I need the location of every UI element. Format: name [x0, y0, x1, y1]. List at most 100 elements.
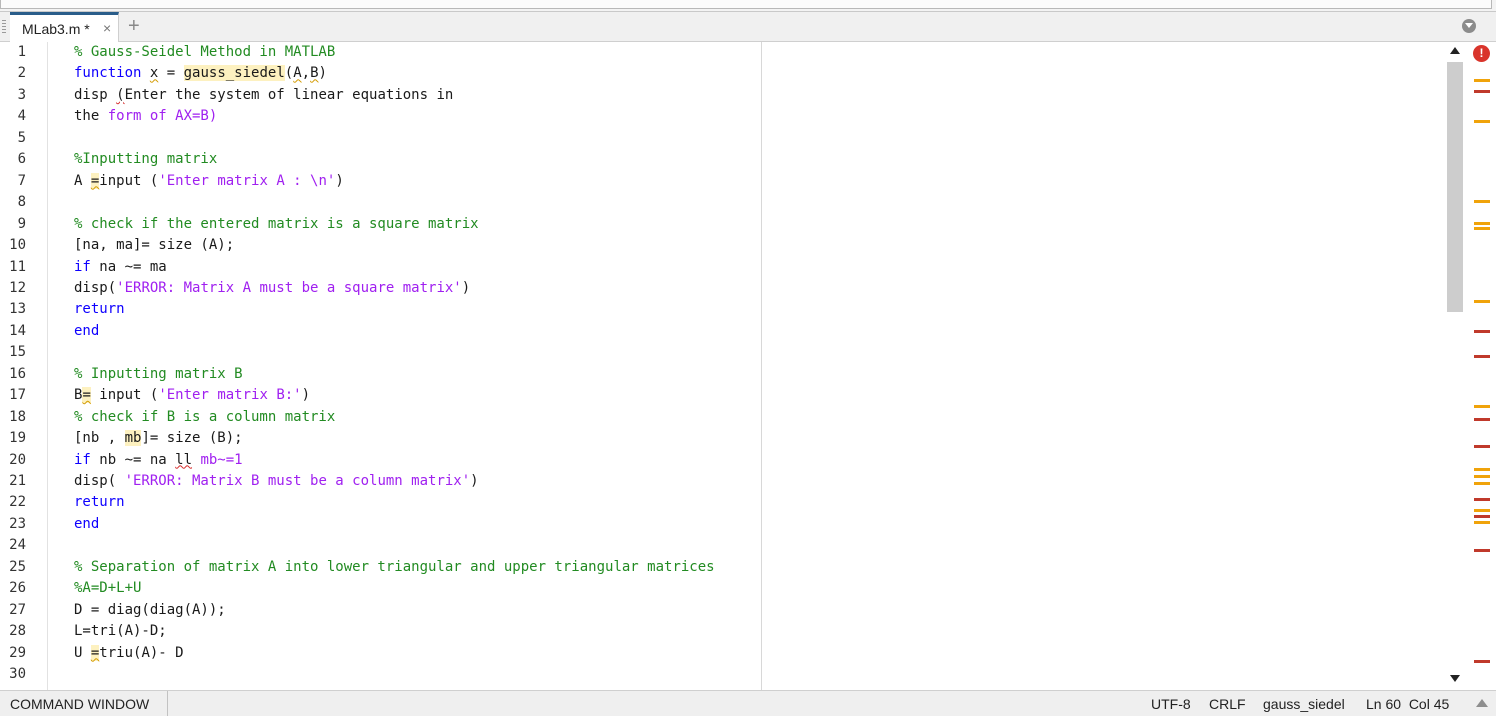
- code-editor[interactable]: % Gauss-Seidel Method in MATLAB function…: [74, 42, 1444, 690]
- code-line-21[interactable]: disp( 'ERROR: Matrix B must be a column …: [74, 471, 479, 492]
- error-marker[interactable]: [1474, 445, 1490, 448]
- line-number: 24: [9, 537, 26, 554]
- line-number: 17: [9, 387, 26, 404]
- warning-marker[interactable]: [1474, 227, 1490, 230]
- code-line-18[interactable]: % check if B is a column matrix: [74, 407, 335, 428]
- keyword: if: [74, 451, 91, 468]
- keyword: function: [74, 65, 142, 82]
- error-marker[interactable]: [1474, 549, 1490, 552]
- code-text: U: [74, 644, 91, 661]
- keyword: if: [74, 258, 91, 275]
- code-text: Enter the system of linear equations in: [124, 86, 454, 103]
- code-line-3[interactable]: disp (Enter the system of linear equatio…: [74, 85, 453, 106]
- error-marker[interactable]: [1474, 660, 1490, 663]
- code-text: ): [318, 65, 327, 82]
- line-number: 7: [17, 172, 26, 189]
- code-line-7[interactable]: A =input ('Enter matrix A : \n'): [74, 171, 344, 192]
- add-tab-icon[interactable]: +: [128, 14, 140, 38]
- code-text: disp: [74, 86, 117, 103]
- tab-mlab3[interactable]: MLab3.m * ×: [10, 12, 119, 42]
- warning-marker[interactable]: [1474, 468, 1490, 471]
- code-line-28[interactable]: L=tri(A)-D;: [74, 621, 167, 642]
- warning-marker[interactable]: [1474, 521, 1490, 524]
- warning-marker[interactable]: [1474, 120, 1490, 123]
- code-line-23[interactable]: end: [74, 514, 99, 535]
- drag-grip-icon[interactable]: [2, 20, 6, 34]
- function-status[interactable]: gauss_siedel: [1263, 691, 1345, 717]
- line-number: 6: [17, 151, 26, 168]
- code-line-9[interactable]: % check if the entered matrix is a squar…: [74, 214, 479, 235]
- code-line-29[interactable]: U =triu(A)- D: [74, 643, 184, 664]
- line-number: 9: [17, 215, 26, 232]
- line-number: 12: [9, 279, 26, 296]
- code-line-14[interactable]: end: [74, 321, 99, 342]
- code-line-10[interactable]: [na, ma]= size (A);: [74, 235, 234, 256]
- code-line-1[interactable]: % Gauss-Seidel Method in MATLAB: [74, 42, 335, 63]
- code-line-26[interactable]: %A=D+L+U: [74, 578, 141, 599]
- error-icon[interactable]: !: [1473, 45, 1490, 62]
- error-marker[interactable]: [1474, 418, 1490, 421]
- code-text: input (: [99, 172, 159, 189]
- warning-marker[interactable]: [1474, 222, 1490, 225]
- line-number: 3: [17, 86, 26, 103]
- code-text: (: [116, 86, 125, 103]
- line-number: 8: [17, 194, 26, 211]
- line-number-gutter[interactable]: 1 2 3 4 5 6 7 8 9 10 11 12 13 14 15 16 1…: [0, 42, 48, 690]
- code-line-4[interactable]: the form of AX=B): [74, 106, 217, 127]
- warning-marker[interactable]: [1474, 300, 1490, 303]
- code-line-17[interactable]: B= input ('Enter matrix B:'): [74, 385, 310, 406]
- close-icon[interactable]: ×: [103, 20, 111, 36]
- code-line-27[interactable]: D = diag(diag(A));: [74, 600, 226, 621]
- error-marker[interactable]: [1474, 515, 1490, 518]
- cursor-position[interactable]: Ln 60 Col 45: [1366, 691, 1449, 717]
- code-line-25[interactable]: % Separation of matrix A into lower tria…: [74, 557, 715, 578]
- error-marker[interactable]: [1474, 355, 1490, 358]
- string-literal: 'ERROR: Matrix A must be a square matrix…: [116, 279, 462, 296]
- code-line-16[interactable]: % Inputting matrix B: [74, 364, 243, 385]
- top-panel-inner: [0, 0, 1492, 9]
- warning-marker[interactable]: [1474, 79, 1490, 82]
- line-number: 21: [9, 473, 26, 489]
- code-text: triu(A)- D: [99, 644, 184, 661]
- warning-marker[interactable]: [1474, 482, 1490, 485]
- editor-tab-bar: MLab3.m * × +: [0, 12, 1496, 42]
- code-text: ): [335, 172, 344, 189]
- scroll-up-icon[interactable]: [1450, 47, 1460, 54]
- code-text: [nb ,: [74, 430, 125, 447]
- line-number: 25: [9, 558, 26, 575]
- code-line-12[interactable]: disp('ERROR: Matrix A must be a square m…: [74, 278, 470, 299]
- warning-marker[interactable]: [1474, 509, 1490, 512]
- scrollbar-thumb[interactable]: [1447, 62, 1463, 312]
- warning-marker[interactable]: [1474, 475, 1490, 478]
- command-window-tab[interactable]: COMMAND WINDOW: [0, 691, 168, 716]
- code-line-20[interactable]: if nb ~= na ll mb~=1: [74, 450, 243, 471]
- line-number: 1: [17, 44, 26, 60]
- code-text: input (: [90, 387, 159, 404]
- warning-marker[interactable]: [1474, 200, 1490, 203]
- encoding-status[interactable]: UTF-8: [1151, 691, 1191, 717]
- code-line-11[interactable]: if na ~= ma: [74, 257, 167, 278]
- error-marker[interactable]: [1474, 330, 1490, 333]
- code-text: =: [158, 65, 184, 82]
- expand-up-icon[interactable]: [1476, 699, 1488, 707]
- code-text: nb ~= na: [90, 451, 176, 468]
- error-marker[interactable]: [1474, 498, 1490, 501]
- string-literal: mb~=1: [200, 451, 243, 468]
- code-line-22[interactable]: return: [74, 492, 125, 513]
- warning-marker[interactable]: [1474, 405, 1490, 408]
- code-line-19[interactable]: [nb , mb]= size (B);: [74, 428, 243, 449]
- code-line-6[interactable]: %Inputting matrix: [74, 149, 217, 170]
- code-text: A: [74, 172, 91, 189]
- code-text: B: [310, 65, 319, 82]
- string-literal: 'Enter matrix A : \n': [158, 172, 336, 189]
- chevron-down-icon[interactable]: [1462, 19, 1476, 33]
- line-number: 5: [17, 129, 26, 146]
- code-line-13[interactable]: return: [74, 299, 125, 320]
- line-ending-status[interactable]: CRLF: [1209, 691, 1246, 717]
- top-panel-edge: [0, 0, 1496, 12]
- error-marker[interactable]: [1474, 90, 1490, 93]
- code-line-2[interactable]: function x = gauss_siedel(A,B): [74, 63, 327, 84]
- scroll-down-icon[interactable]: [1450, 675, 1460, 682]
- code-text: ): [301, 387, 311, 404]
